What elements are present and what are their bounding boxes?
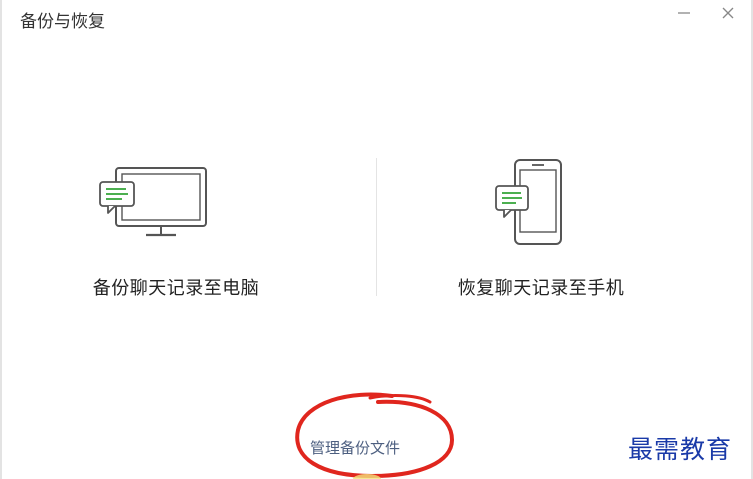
window-border-left bbox=[0, 0, 2, 479]
phone-chat-icon bbox=[495, 159, 562, 245]
backup-restore-window: 备份与恢复 备份聊天记录至电脑 恢复聊天记录至手机 管理备份文件 最需教育 bbox=[0, 0, 753, 479]
window-title: 备份与恢复 bbox=[20, 12, 105, 32]
backup-to-pc-label: 备份聊天记录至电脑 bbox=[92, 278, 260, 299]
monitor-chat-icon bbox=[99, 167, 207, 237]
manage-backup-files-link[interactable]: 管理备份文件 bbox=[310, 437, 400, 458]
restore-to-phone-label: 恢复聊天记录至手机 bbox=[457, 278, 625, 299]
minimize-icon bbox=[678, 12, 690, 14]
close-icon bbox=[722, 7, 734, 19]
backup-to-pc-option[interactable]: 备份聊天记录至电脑 bbox=[26, 150, 326, 310]
option-divider bbox=[376, 158, 377, 296]
restore-to-phone-option[interactable]: 恢复聊天记录至手机 bbox=[391, 150, 691, 310]
watermark-logo: 最需教育 bbox=[628, 435, 733, 464]
close-button[interactable] bbox=[715, 2, 741, 24]
minimize-button[interactable] bbox=[671, 2, 697, 24]
